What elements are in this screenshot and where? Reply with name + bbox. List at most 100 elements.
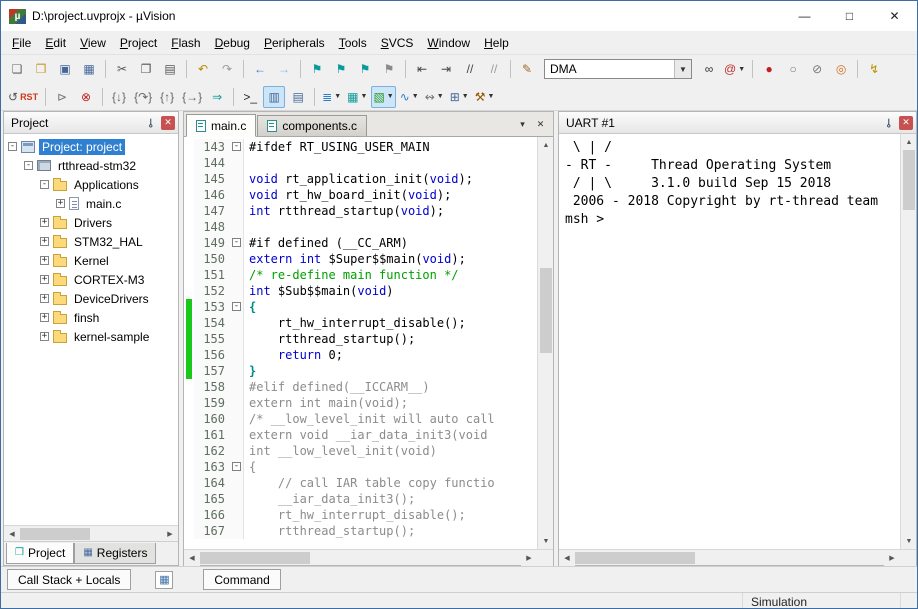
panel-tab-project[interactable]: ❒Project (6, 543, 74, 564)
scroll-up-icon[interactable]: ▲ (538, 137, 553, 153)
tree-expander-icon[interactable]: - (40, 180, 49, 189)
menu-item-help[interactable]: Help (477, 33, 516, 53)
step-over-button[interactable]: {↷} (132, 86, 154, 108)
tree-item-kernel[interactable]: +Kernel (4, 251, 178, 270)
tree-item-kernel-sample[interactable]: +kernel-sample (4, 327, 178, 346)
resize-grip[interactable] (901, 593, 917, 609)
scroll-down-icon[interactable]: ▼ (538, 533, 553, 549)
save-all-button[interactable]: ▦ (78, 58, 100, 80)
trace-window-button[interactable]: ↭▼ (423, 86, 446, 108)
enable-breakpoints-button[interactable]: ◎ (830, 58, 852, 80)
tab-list-icon[interactable]: ▾ (515, 117, 530, 132)
scroll-right-icon[interactable]: ▶ (521, 550, 537, 566)
show-next-statement-button[interactable]: ⇒ (206, 86, 228, 108)
scrollbar-thumb[interactable] (20, 528, 90, 540)
tree-item-drivers[interactable]: +Drivers (4, 213, 178, 232)
run-button[interactable]: ⊳ (51, 86, 73, 108)
menu-item-peripherals[interactable]: Peripherals (257, 33, 332, 53)
symbol-window-button[interactable]: ▤ (287, 86, 309, 108)
comment-selection-button[interactable]: // (459, 58, 481, 80)
toolbox-button[interactable]: ⚒▼ (473, 86, 497, 108)
scroll-right-icon[interactable]: ▶ (884, 550, 900, 566)
bookmark-next-button[interactable]: ⚑ (354, 58, 376, 80)
minimize-icon[interactable]: — (782, 1, 827, 31)
stop-button[interactable]: ⊗ (75, 86, 97, 108)
target-select-combo[interactable]: DMA▼ (544, 59, 692, 79)
command-tab[interactable]: Command (203, 569, 280, 590)
tree-expander-icon[interactable]: - (24, 161, 33, 170)
memory-window-button[interactable]: ▦▼ (345, 86, 369, 108)
step-into-button[interactable]: {↓} (108, 86, 130, 108)
fold-toggle-icon[interactable]: - (232, 462, 241, 471)
close-icon[interactable]: ✕ (872, 1, 917, 31)
bookmark-toggle-button[interactable]: ⚑ (306, 58, 328, 80)
menu-item-window[interactable]: Window (420, 33, 477, 53)
options-for-target-button[interactable]: ✎ (516, 58, 538, 80)
bookmark-clear-all-button[interactable]: ⚑ (378, 58, 400, 80)
scrollbar-track[interactable] (575, 550, 884, 566)
tree-item-applications[interactable]: -Applications (4, 175, 178, 194)
unindent-button[interactable]: ⇤ (411, 58, 433, 80)
scrollbar-track[interactable] (901, 150, 916, 533)
uart-hscrollbar[interactable]: ◀ ▶ (559, 549, 916, 565)
scrollbar-thumb[interactable] (540, 268, 552, 353)
scrollbar-thumb[interactable] (575, 552, 695, 564)
editor-vscrollbar[interactable]: ▲ ▼ (537, 137, 553, 549)
tree-expander-icon[interactable]: + (40, 237, 49, 246)
system-viewer-button[interactable]: ⊞▼ (448, 86, 471, 108)
tree-expander-icon[interactable]: + (40, 332, 49, 341)
save-button[interactable]: ▣ (54, 58, 76, 80)
disable-breakpoint-button[interactable]: ○ (782, 58, 804, 80)
panel-close-icon[interactable]: ✕ (161, 116, 175, 130)
panel-tab-registers[interactable]: ▦Registers (74, 543, 156, 564)
scroll-up-icon[interactable]: ▲ (901, 134, 916, 150)
tree-item-devicedrivers[interactable]: +DeviceDrivers (4, 289, 178, 308)
scroll-down-icon[interactable]: ▼ (901, 533, 916, 549)
new-file-button[interactable]: ❏ (6, 58, 28, 80)
find-button[interactable]: @▼ (722, 58, 747, 80)
menu-item-svcs[interactable]: SVCS (374, 33, 421, 53)
command-window-button[interactable]: >_ (239, 86, 261, 108)
call-stack-tab[interactable]: Call Stack + Locals (7, 569, 131, 590)
tree-expander-icon[interactable]: - (8, 142, 17, 151)
menu-item-edit[interactable]: Edit (38, 33, 73, 53)
tree-expander-icon[interactable]: + (40, 275, 49, 284)
indent-button[interactable]: ⇥ (435, 58, 457, 80)
disassembly-window-button[interactable]: ▥ (263, 86, 285, 108)
maximize-icon[interactable]: □ (827, 1, 872, 31)
scroll-left-icon[interactable]: ◀ (4, 526, 20, 542)
scroll-left-icon[interactable]: ◀ (184, 550, 200, 566)
navigate-back-button[interactable]: ← (249, 58, 271, 80)
menu-item-file[interactable]: File (5, 33, 38, 53)
analysis-window-button[interactable]: ∿▼ (398, 86, 421, 108)
fold-toggle-icon[interactable]: - (232, 142, 241, 151)
tree-expander-icon[interactable]: + (40, 256, 49, 265)
scroll-left-icon[interactable]: ◀ (559, 550, 575, 566)
cut-button[interactable]: ✂ (111, 58, 133, 80)
panel-close-icon[interactable]: ✕ (899, 116, 913, 130)
tree-item-cortex-m3[interactable]: +CORTEX-M3 (4, 270, 178, 289)
tree-item-main-c[interactable]: +main.c (4, 194, 178, 213)
step-out-button[interactable]: {↑} (156, 86, 178, 108)
tree-expander-icon[interactable]: + (40, 294, 49, 303)
code-area[interactable]: 143-#ifdef RT_USING_USER_MAIN144145void … (184, 137, 537, 549)
kill-breakpoints-button[interactable]: ⊘ (806, 58, 828, 80)
uart-output[interactable]: \ | /- RT - Thread Operating System / | … (559, 134, 900, 549)
copy-button[interactable]: ❐ (135, 58, 157, 80)
serial-window-button[interactable]: ▧▼ (371, 86, 395, 108)
reset-cpu-button[interactable]: ↺RST (6, 86, 40, 108)
navigate-forward-button[interactable]: → (273, 58, 295, 80)
tree-item-finsh[interactable]: +finsh (4, 308, 178, 327)
uncomment-selection-button[interactable]: // (483, 58, 505, 80)
tab-close-icon[interactable]: ✕ (533, 117, 548, 132)
project-hscrollbar[interactable]: ◀ ▶ (4, 525, 178, 541)
fold-toggle-icon[interactable]: - (232, 238, 241, 247)
menu-item-debug[interactable]: Debug (208, 33, 257, 53)
scrollbar-thumb[interactable] (903, 150, 915, 210)
watch-window-button[interactable]: ≣▼ (320, 86, 343, 108)
open-file-button[interactable]: ❒ (30, 58, 52, 80)
menu-item-view[interactable]: View (73, 33, 113, 53)
scrollbar-thumb[interactable] (200, 552, 310, 564)
tree-item-project-project[interactable]: -Project: project (4, 137, 178, 156)
tree-item-rtthread-stm32[interactable]: -rtthread-stm32 (4, 156, 178, 175)
